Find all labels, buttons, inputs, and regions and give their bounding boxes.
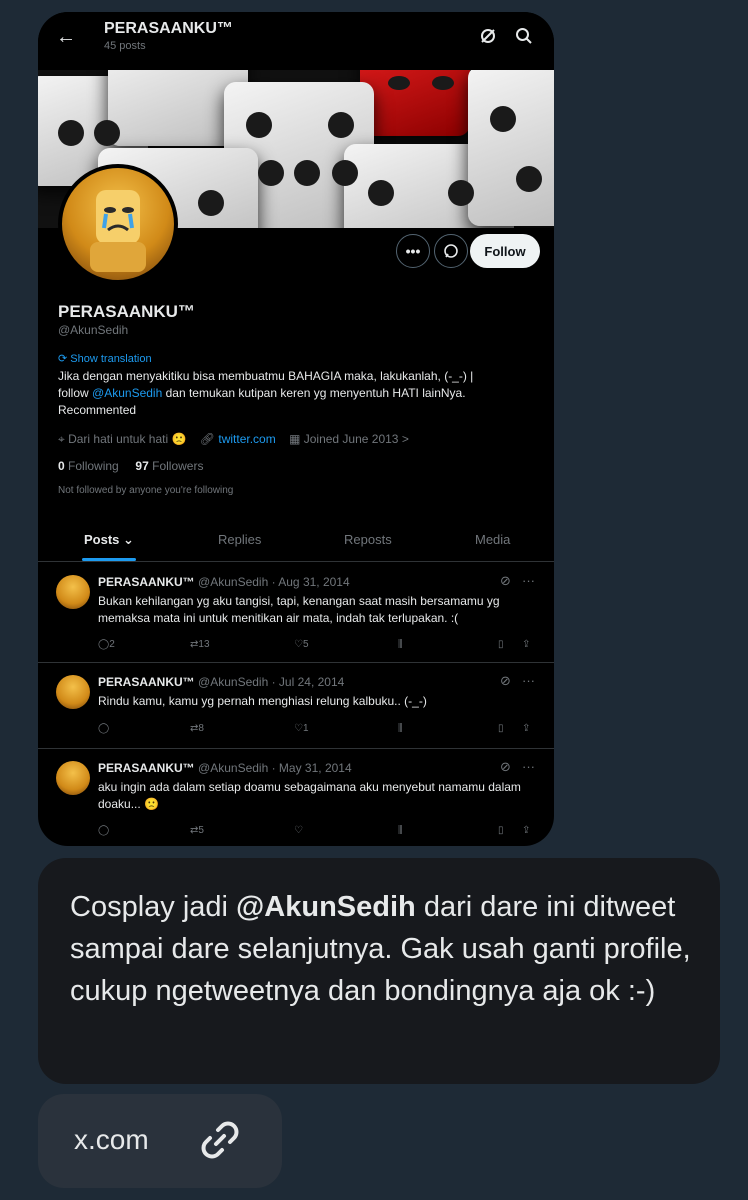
repost-icon[interactable]: ⇄ 8 xyxy=(190,723,204,734)
location-icon: ⌖ xyxy=(58,432,69,446)
header-title: PERASAANKU™ xyxy=(104,20,233,37)
tab-replies[interactable]: Replies xyxy=(218,532,261,547)
calendar-icon: ▦ xyxy=(289,432,304,446)
post-item[interactable]: PERASAANKU™ @AkunSedih · May 31, 2014 ⊘ … xyxy=(38,749,554,846)
bookmark-icon[interactable]: ▯ xyxy=(498,723,504,734)
link-icon: 🔗︎ xyxy=(199,432,219,446)
profile-joined: Joined June 2013 > xyxy=(303,432,409,446)
grok-icon[interactable]: ⊘ xyxy=(500,573,511,589)
profile-handle: @AkunSedih xyxy=(58,323,129,337)
profile-bio: Jika dengan menyakitiku bisa membuatmu B… xyxy=(58,369,474,417)
views-icon[interactable]: ⫼ xyxy=(398,825,403,836)
share-icon[interactable]: ⇪ xyxy=(522,639,530,650)
post-actions: ◯ ⇄ 5 ♡ ⫼ ▯ ⇪ xyxy=(98,825,538,843)
like-icon[interactable]: ♡ 5 xyxy=(294,639,309,650)
profile-topbar: ← PERASAANKU™ 45 posts xyxy=(38,12,554,70)
post-avatar[interactable] xyxy=(56,761,90,795)
grok-icon[interactable] xyxy=(478,26,498,46)
share-icon[interactable]: ⇪ xyxy=(522,723,530,734)
tab-reposts[interactable]: Reposts xyxy=(344,532,392,547)
not-followed-note: Not followed by anyone you're following xyxy=(58,485,234,496)
sad-face-figure-icon xyxy=(90,190,146,272)
post-text: Bukan kehilangan yg aku tangisi, tapi, k… xyxy=(98,594,500,625)
post-header: PERASAANKU™ @AkunSedih · Jul 24, 2014 xyxy=(98,675,345,689)
profile-avatar[interactable] xyxy=(58,164,178,284)
views-icon[interactable]: ⫼ xyxy=(398,639,403,650)
tab-media[interactable]: Media xyxy=(475,532,510,547)
post-header: PERASAANKU™ @AkunSedih · May 31, 2014 xyxy=(98,761,352,775)
post-actions: ◯ 2 ⇄ 13 ♡ 5 ⫼ ▯ ⇪ xyxy=(98,639,538,657)
like-icon[interactable]: ♡ 1 xyxy=(294,723,309,734)
followers-link[interactable]: 97 Followers xyxy=(135,459,203,473)
tab-posts[interactable]: Posts ⌄ xyxy=(84,532,134,548)
message-icon xyxy=(444,244,458,258)
translate-icon: ⟳ xyxy=(58,353,71,365)
message-bubble: Cosplay jadi @AkunSedih dari dare ini di… xyxy=(38,858,720,1084)
bio-mention-link[interactable]: @AkunSedih xyxy=(92,386,162,400)
following-link[interactable]: 0 Following xyxy=(58,459,119,473)
message-button[interactable] xyxy=(434,234,468,268)
share-icon[interactable]: ⇪ xyxy=(522,825,530,836)
show-translation-link[interactable]: ⟳ Show translation xyxy=(58,352,152,365)
post-more-icon[interactable]: ··· xyxy=(522,573,535,588)
link-icon xyxy=(201,1121,239,1159)
profile-screenshot: ← PERASAANKU™ 45 posts ••• Follow PERASA… xyxy=(38,12,554,846)
search-icon[interactable] xyxy=(514,26,534,46)
reply-icon[interactable]: ◯ xyxy=(98,825,109,836)
like-icon[interactable]: ♡ xyxy=(294,825,303,836)
post-avatar[interactable] xyxy=(56,675,90,709)
back-arrow-icon[interactable]: ← xyxy=(56,26,76,49)
post-more-icon[interactable]: ··· xyxy=(522,673,535,688)
post-count: 45 posts xyxy=(104,40,146,52)
bookmark-icon[interactable]: ▯ xyxy=(498,825,504,836)
post-avatar[interactable] xyxy=(56,575,90,609)
active-tab-indicator xyxy=(82,558,136,561)
post-item[interactable]: PERASAANKU™ @AkunSedih · Aug 31, 2014 ⊘ … xyxy=(38,563,554,663)
follow-counts: 0 Following 97 Followers xyxy=(58,459,203,473)
message-text: Cosplay jadi @AkunSedih dari dare ini di… xyxy=(70,891,691,1007)
post-text: Rindu kamu, kamu yg pernah menghiasi rel… xyxy=(98,694,427,708)
follow-button[interactable]: Follow xyxy=(470,234,540,268)
profile-location: Dari hati untuk hati 🙁 xyxy=(68,432,187,446)
post-text: aku ingin ada dalam setiap doamu sebagai… xyxy=(98,780,521,811)
post-more-icon[interactable]: ··· xyxy=(522,759,535,774)
repost-icon[interactable]: ⇄ 13 xyxy=(190,639,210,650)
profile-meta: ⌖ Dari hati untuk hati 🙁 🔗︎ twitter.com … xyxy=(58,432,419,447)
repost-icon[interactable]: ⇄ 5 xyxy=(190,825,204,836)
bookmark-icon[interactable]: ▯ xyxy=(498,639,504,650)
reply-icon[interactable]: ◯ xyxy=(98,723,109,734)
grok-icon[interactable]: ⊘ xyxy=(500,759,511,775)
message-mention[interactable]: @AkunSedih xyxy=(236,891,416,923)
more-options-button[interactable]: ••• xyxy=(396,234,430,268)
link-chip[interactable]: x.com xyxy=(38,1094,282,1188)
post-item[interactable]: PERASAANKU™ @AkunSedih · Jul 24, 2014 ⊘ … xyxy=(38,663,554,749)
profile-tabs: Posts ⌄ Replies Reposts Media xyxy=(38,520,554,562)
post-header: PERASAANKU™ @AkunSedih · Aug 31, 2014 xyxy=(98,575,350,589)
post-actions: ◯ ⇄ 8 ♡ 1 ⫼ ▯ ⇪ xyxy=(98,723,538,741)
profile-website-link[interactable]: twitter.com xyxy=(218,432,275,446)
reply-icon[interactable]: ◯ 2 xyxy=(98,639,115,650)
link-chip-label: x.com xyxy=(74,1124,149,1155)
views-icon[interactable]: ⫼ xyxy=(398,723,403,734)
display-name: PERASAANKU™ xyxy=(58,302,195,321)
grok-icon[interactable]: ⊘ xyxy=(500,673,511,689)
